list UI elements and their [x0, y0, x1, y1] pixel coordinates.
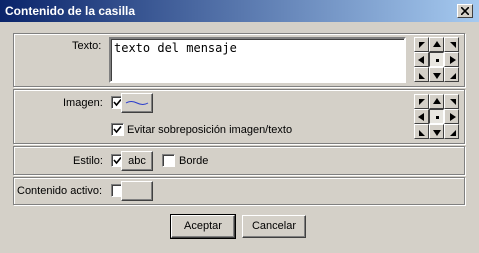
align-w-button[interactable]	[414, 52, 429, 67]
image-preview-icon	[125, 101, 149, 105]
arrow-w-icon	[418, 113, 424, 121]
align-w-button[interactable]	[414, 109, 429, 124]
imagen-alignment-grid	[414, 94, 459, 139]
borde-label: Borde	[179, 155, 209, 167]
evitar-checkbox[interactable]	[111, 123, 124, 136]
align-s-button[interactable]	[429, 124, 444, 139]
estilo-select-button[interactable]: abc	[121, 151, 153, 171]
arrow-se-icon	[450, 130, 456, 136]
align-center-button[interactable]	[429, 109, 444, 124]
imagen-select-button[interactable]	[121, 93, 153, 113]
arrow-center-icon	[436, 116, 439, 119]
align-nw-button[interactable]	[414, 94, 429, 109]
texto-value: texto del mensaje	[114, 41, 237, 55]
align-e-button[interactable]	[444, 52, 459, 67]
texto-alignment-grid	[414, 37, 459, 82]
borde-checkbox[interactable]	[162, 154, 175, 167]
align-s-button[interactable]	[429, 67, 444, 82]
arrow-e-icon	[450, 113, 456, 121]
estilo-button-label: abc	[128, 155, 146, 167]
align-ne-button[interactable]	[444, 94, 459, 109]
align-n-button[interactable]	[429, 37, 444, 52]
estilo-label: Estilo:	[73, 155, 103, 167]
cancelar-label: Cancelar	[251, 220, 297, 232]
contenido-select-button[interactable]	[121, 181, 153, 201]
arrow-ne-icon	[450, 99, 456, 105]
arrow-ne-icon	[450, 42, 456, 48]
arrow-sw-icon	[419, 130, 425, 136]
arrow-n-icon	[433, 98, 441, 104]
evitar-label: Evitar sobreposición imagen/texto	[127, 124, 293, 136]
arrow-nw-icon	[419, 42, 425, 48]
align-center-button[interactable]	[429, 52, 444, 67]
close-button[interactable]	[457, 4, 473, 18]
arrow-sw-icon	[419, 73, 425, 79]
close-icon	[461, 7, 469, 15]
align-se-button[interactable]	[444, 67, 459, 82]
align-ne-button[interactable]	[444, 37, 459, 52]
arrow-se-icon	[450, 73, 456, 79]
align-sw-button[interactable]	[414, 124, 429, 139]
texto-label: Texto:	[72, 40, 102, 52]
arrow-nw-icon	[419, 99, 425, 105]
imagen-label: Imagen:	[63, 97, 103, 109]
texto-textarea[interactable]: texto del mensaje	[109, 37, 406, 83]
arrow-s-icon	[433, 130, 441, 136]
window-title: Contenido de la casilla	[5, 4, 136, 18]
align-e-button[interactable]	[444, 109, 459, 124]
arrow-n-icon	[433, 41, 441, 47]
align-sw-button[interactable]	[414, 67, 429, 82]
arrow-s-icon	[433, 73, 441, 79]
cancelar-button[interactable]: Cancelar	[242, 215, 306, 238]
title-bar: Contenido de la casilla	[0, 0, 479, 22]
arrow-e-icon	[450, 56, 456, 64]
arrow-w-icon	[418, 56, 424, 64]
contenido-label: Contenido activo:	[17, 185, 102, 197]
arrow-center-icon	[436, 59, 439, 62]
checkmark-icon	[113, 125, 122, 134]
align-n-button[interactable]	[429, 94, 444, 109]
aceptar-label: Aceptar	[184, 220, 222, 232]
align-nw-button[interactable]	[414, 37, 429, 52]
align-se-button[interactable]	[444, 124, 459, 139]
aceptar-button[interactable]: Aceptar	[170, 214, 236, 239]
